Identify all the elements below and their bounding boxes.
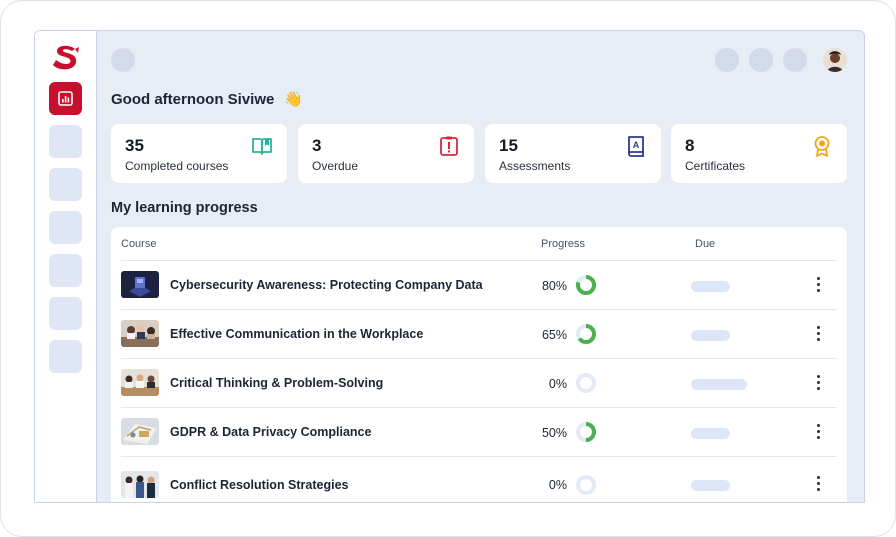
sidebar-item-placeholder-1[interactable] <box>49 125 82 158</box>
stat-card-overdue[interactable]: 3 Overdue <box>298 124 474 183</box>
due-date-placeholder <box>691 379 747 390</box>
more-options-icon[interactable] <box>815 326 821 342</box>
grade-book-icon: A <box>628 136 644 157</box>
progress-percent: 80% <box>541 279 567 293</box>
progress-ring-track <box>576 475 596 495</box>
column-header-progress: Progress <box>541 238 586 250</box>
progress-ring-track <box>576 373 596 393</box>
table-row[interactable]: Conflict Resolution Strategies 0% <box>121 457 837 502</box>
due-date-placeholder <box>691 480 730 491</box>
stat-value: 15 <box>499 136 518 155</box>
due-date-placeholder <box>691 330 730 341</box>
progress-percent: 0% <box>548 377 567 391</box>
stat-label: Overdue <box>312 159 359 173</box>
course-thumbnail <box>121 320 159 347</box>
progress-ring <box>576 475 596 495</box>
course-name[interactable]: Conflict Resolution Strategies <box>170 478 349 492</box>
course-thumbnail <box>121 471 159 498</box>
due-date-placeholder <box>691 281 730 292</box>
progress-ring <box>576 422 596 442</box>
due-date-placeholder <box>691 428 730 439</box>
course-name[interactable]: Cybersecurity Awareness: Protecting Comp… <box>170 278 483 292</box>
header-action-button-3[interactable] <box>783 48 807 72</box>
stat-value: 3 <box>312 136 322 155</box>
column-header-course: Course <box>121 238 157 250</box>
course-name[interactable]: GDPR & Data Privacy Compliance <box>170 425 371 439</box>
learning-progress-table: Course Progress Due Cybersecurity Awaren… <box>111 227 847 502</box>
main-content: Good afternoon Siviwe 👋 35 Completed cou… <box>97 31 864 502</box>
sidebar-item-placeholder-3[interactable] <box>49 211 82 244</box>
stat-card-completed[interactable]: 35 Completed courses <box>111 124 287 183</box>
column-header-due: Due <box>695 238 716 250</box>
open-book-icon <box>252 138 272 155</box>
table-row[interactable]: GDPR & Data Privacy Compliance 50% <box>121 408 837 457</box>
course-thumbnail <box>121 369 159 396</box>
stat-card-certificates[interactable]: 8 Certificates <box>671 124 847 183</box>
header-action-button-2[interactable] <box>749 48 773 72</box>
alert-clipboard-icon <box>440 136 458 156</box>
progress-percent: 65% <box>541 328 567 342</box>
more-options-icon[interactable] <box>815 277 821 293</box>
stat-label: Completed courses <box>125 159 229 173</box>
sidebar-item-placeholder-5[interactable] <box>49 297 82 330</box>
table-row[interactable]: Effective Communication in the Workplace… <box>121 310 837 359</box>
sidebar-item-dashboard[interactable] <box>49 82 82 115</box>
stat-card-assessments[interactable]: 15 Assessments A <box>485 124 661 183</box>
greeting-text: Good afternoon Siviwe <box>111 91 275 108</box>
menu-placeholder-button[interactable] <box>111 48 135 72</box>
sidebar-item-placeholder-4[interactable] <box>49 254 82 287</box>
progress-ring <box>576 324 596 344</box>
app-window: Good afternoon Siviwe 👋 35 Completed cou… <box>34 30 865 503</box>
course-name[interactable]: Critical Thinking & Problem-Solving <box>170 376 383 390</box>
course-name[interactable]: Effective Communication in the Workplace <box>170 327 423 341</box>
course-thumbnail <box>121 271 159 298</box>
stat-value: 35 <box>125 136 144 155</box>
brand-logo-icon <box>53 45 79 70</box>
progress-ring <box>576 373 596 393</box>
stat-label: Assessments <box>499 159 571 173</box>
table-row[interactable]: Critical Thinking & Problem-Solving 0% <box>121 359 837 408</box>
more-options-icon[interactable] <box>815 375 821 391</box>
waving-hand-icon: 👋 <box>284 91 303 108</box>
course-thumbnail <box>121 418 159 445</box>
more-options-icon[interactable] <box>815 424 821 440</box>
svg-text:A: A <box>633 140 640 150</box>
sidebar-item-placeholder-2[interactable] <box>49 168 82 201</box>
table-row[interactable]: Cybersecurity Awareness: Protecting Comp… <box>121 261 837 310</box>
progress-ring <box>576 275 596 295</box>
progress-percent: 50% <box>541 426 567 440</box>
learning-progress-title: My learning progress <box>111 200 258 216</box>
header-action-button-1[interactable] <box>715 48 739 72</box>
stat-value: 8 <box>685 136 695 155</box>
user-avatar[interactable] <box>823 48 847 72</box>
award-ribbon-icon <box>814 136 830 157</box>
progress-percent: 0% <box>548 478 567 492</box>
more-options-icon[interactable] <box>815 476 821 492</box>
sidebar <box>35 31 97 502</box>
sidebar-item-placeholder-6[interactable] <box>49 340 82 373</box>
stat-label: Certificates <box>685 159 746 173</box>
chart-icon <box>58 91 73 106</box>
device-frame: Good afternoon Siviwe 👋 35 Completed cou… <box>0 0 896 537</box>
